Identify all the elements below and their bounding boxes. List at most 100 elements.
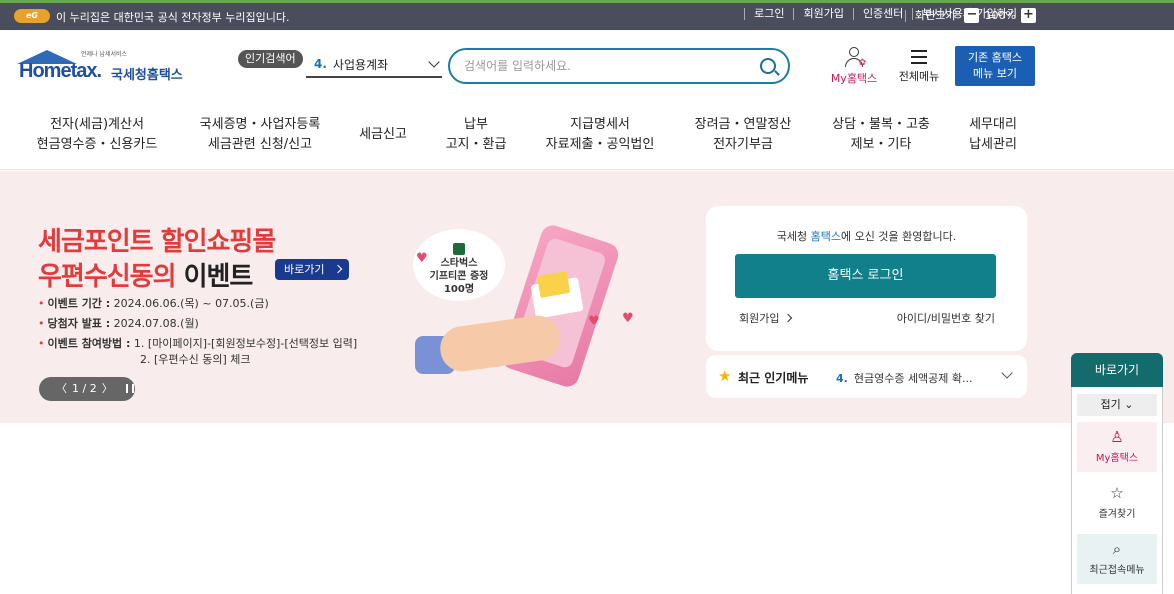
event-go-button[interactable]: 바로가기 (275, 259, 349, 280)
event-period: • 이벤트 기간 : 2024.06.06.(목) ~ 07.05.(금) (38, 297, 269, 310)
nav-counsel-appeal[interactable]: 상담・불복・고충제보・기타 (826, 115, 936, 155)
legacy-menu-button[interactable]: 기존 홈택스 메뉴 보기 (955, 46, 1035, 86)
bubble-line2: 기프티콘 증정 (429, 271, 489, 282)
logo-tagline: 언제나 납세서비스 (81, 51, 128, 58)
egov-logo-icon: eG (14, 9, 50, 23)
event-method: • 이벤트 참여방법 : 1. [마이페이지]-[회원정보수정]-[선택정보 입력… (38, 337, 358, 350)
chevron-down-icon[interactable] (1001, 367, 1013, 379)
nav-line: 세금신고 (359, 127, 407, 142)
hamburger-icon (911, 50, 927, 64)
site-header: 언제나 납세서비스 Hometax. 국세청홈택스 인기검색어 4. 사업용계좌… (0, 30, 1174, 105)
quick-item-label: 즐겨찾기 (1098, 509, 1136, 520)
event-winner: • 당첨자 발표 : 2024.07.08.(월) (38, 317, 199, 330)
nav-e-invoice[interactable]: 전자(세금)계산서현금영수증・신용카드 (32, 115, 162, 155)
nav-line: 현금영수증・신용카드 (36, 137, 158, 152)
logo-wordmark: Hometax. (19, 60, 102, 82)
legacy-menu-line2: 메뉴 보기 (973, 67, 1017, 80)
quick-item-label: My홈택스 (1095, 453, 1139, 464)
gov-notice[interactable]: 이 누리집은 대한민국 공식 전자정부 누리집입니다. (56, 9, 290, 25)
nav-tax-agent[interactable]: 세무대리 납세관리 (960, 115, 1026, 155)
nav-incentive-yearend[interactable]: 장려금・연말정산전자기부금 (688, 115, 798, 155)
search-box (448, 48, 790, 84)
user-icon: ✿ (844, 46, 866, 68)
zoom-value: 100% (984, 9, 1016, 22)
slide-prev-button[interactable]: 〈 (56, 377, 67, 401)
recent-popular-label: 최근 인기메뉴 (738, 371, 809, 385)
slide-counter: 1 / 2 (72, 382, 97, 395)
welcome-message: 국세청 홈택스에 오신 것을 환영합니다. (706, 228, 1027, 244)
main-navigation: 전자(세금)계산서현금영수증・신용카드 국세증명・사업자등록 세금관련 신청/신고… (0, 105, 1174, 170)
quick-recent-access[interactable]: ⌕ 최근접속메뉴 (1077, 534, 1157, 584)
welcome-highlight: 홈택스 (810, 230, 842, 243)
slide-controls: 〈 1 / 2 〉 (39, 377, 135, 401)
hometax-logo[interactable]: 언제나 납세서비스 Hometax. 국세청홈택스 (17, 46, 192, 86)
nav-line: 장려금・연말정산 (694, 117, 792, 132)
event-method-label: 이벤트 참여방법 : (47, 337, 131, 350)
nav-line: 전자기부금 (713, 137, 773, 152)
logo-korean-name: 국세청홈택스 (111, 68, 183, 83)
quick-my-hometax[interactable]: ♙ My홈택스 (1077, 422, 1157, 472)
zoom-out-button[interactable]: − (964, 8, 980, 23)
nav-payment[interactable]: 납부고지・환급 (440, 115, 512, 155)
cert-center-link[interactable]: 인증센터 (852, 8, 912, 20)
event-method-1: 1. [마이페이지]-[회원정보수정]-[선택정보 입력] (133, 337, 358, 350)
join-link[interactable]: 회원가입 (739, 310, 791, 326)
all-menu-label: 전체메뉴 (898, 70, 940, 83)
quick-item-label: 최근접속메뉴 (1089, 565, 1145, 576)
zoom-label: 화면크기 (905, 9, 955, 22)
nav-line: 전자(세금)계산서 (50, 117, 144, 132)
nav-line: 고지・환급 (445, 137, 507, 152)
nav-tax-filing[interactable]: 세금신고 (352, 125, 414, 145)
fold-button[interactable]: 접기 ⌄ (1077, 394, 1157, 416)
popular-keyword-text: 사업용계좌 (332, 57, 389, 72)
event-title-line1: 세금포인트 할인쇼핑몰 (38, 227, 276, 257)
gov-banner-bar: eG 이 누리집은 대한민국 공식 전자정부 누리집입니다. 로그인 회원가입 … (0, 0, 1174, 30)
all-menu-button[interactable]: 전체메뉴 (892, 48, 946, 84)
welcome-pre: 국세청 (776, 230, 811, 243)
find-id-password-link[interactable]: 아이디/비밀번호 찾기 (897, 310, 995, 326)
search-input[interactable] (464, 50, 754, 82)
login-card: 국세청 홈택스에 오신 것을 환영합니다. 홈택스 로그인 회원가입 아이디/비… (706, 206, 1027, 351)
coffee-cup-icon (453, 243, 465, 255)
hometax-login-button[interactable]: 홈택스 로그인 (735, 254, 996, 298)
quick-menu-title: 바로가기 (1071, 353, 1163, 387)
heart-icon: ♥ (588, 314, 600, 329)
popular-keyword-select[interactable]: 4. 사업용계좌 (306, 52, 442, 78)
quick-favorites[interactable]: ☆ 즐겨찾기 (1077, 478, 1157, 528)
nav-line: 세금관련 신청/신고 (207, 137, 313, 152)
pause-icon[interactable] (125, 384, 134, 393)
login-link[interactable]: 로그인 (744, 8, 793, 20)
star-outline-icon: ☆ (1110, 484, 1124, 502)
event-title-red: 우편수신동의 (38, 262, 177, 292)
signup-link[interactable]: 회원가입 (793, 8, 852, 20)
nav-line: 상담・불복・고충 (832, 117, 930, 132)
quick-menu-panel: 바로가기 접기 ⌄ ♙ My홈택스 ☆ 즐겨찾기 ⌕ 최근접속메뉴 (1071, 353, 1163, 594)
chevron-down-icon (428, 56, 440, 68)
nav-line: 지급명세서 (570, 117, 630, 132)
zoom-in-button[interactable]: + (1020, 8, 1036, 23)
nav-line: 납세관리 (969, 137, 1017, 152)
bubble-line3: 100명 (443, 284, 475, 295)
nav-tax-certificate[interactable]: 국세증명・사업자등록 세금관련 신청/신고 (190, 115, 330, 155)
popular-keyword-label: 인기검색어 (238, 50, 303, 68)
event-method-2: 2. [우편수신 동의] 체크 (140, 353, 251, 366)
star-icon: ★ (718, 367, 732, 385)
nav-line: 제보・기타 (850, 137, 912, 152)
slide-next-button[interactable]: 〉 (102, 377, 113, 401)
document-search-icon: ⌕ (1112, 540, 1122, 558)
search-icon[interactable] (760, 58, 776, 74)
recent-item-text: 현금영수증 세액공제 확... (853, 372, 973, 385)
my-hometax-button[interactable]: ✿ My홈택스 (826, 46, 882, 86)
user-icon: ♙ (1110, 428, 1124, 446)
nav-payment-statement[interactable]: 지급명세서자료제출・공익법인 (540, 115, 660, 155)
legacy-menu-line1: 기존 홈택스 (967, 51, 1023, 64)
event-winner-value: 2024.07.08.(월) (113, 317, 199, 330)
nav-line: 납부 (464, 117, 488, 132)
fold-label: 접기 (1100, 398, 1121, 411)
event-title-dark: 이벤트 (175, 262, 254, 292)
recent-popular-item: 4. 현금영수증 세액공제 확... (836, 370, 973, 386)
recent-popular-menu[interactable]: ★ 최근 인기메뉴 4. 현금영수증 세액공제 확... (706, 355, 1027, 398)
zoom-control: 화면크기 − 100% + (905, 8, 1036, 23)
nav-line: 자료제출・공익법인 (545, 137, 655, 152)
event-period-label: 이벤트 기간 : (47, 297, 111, 310)
